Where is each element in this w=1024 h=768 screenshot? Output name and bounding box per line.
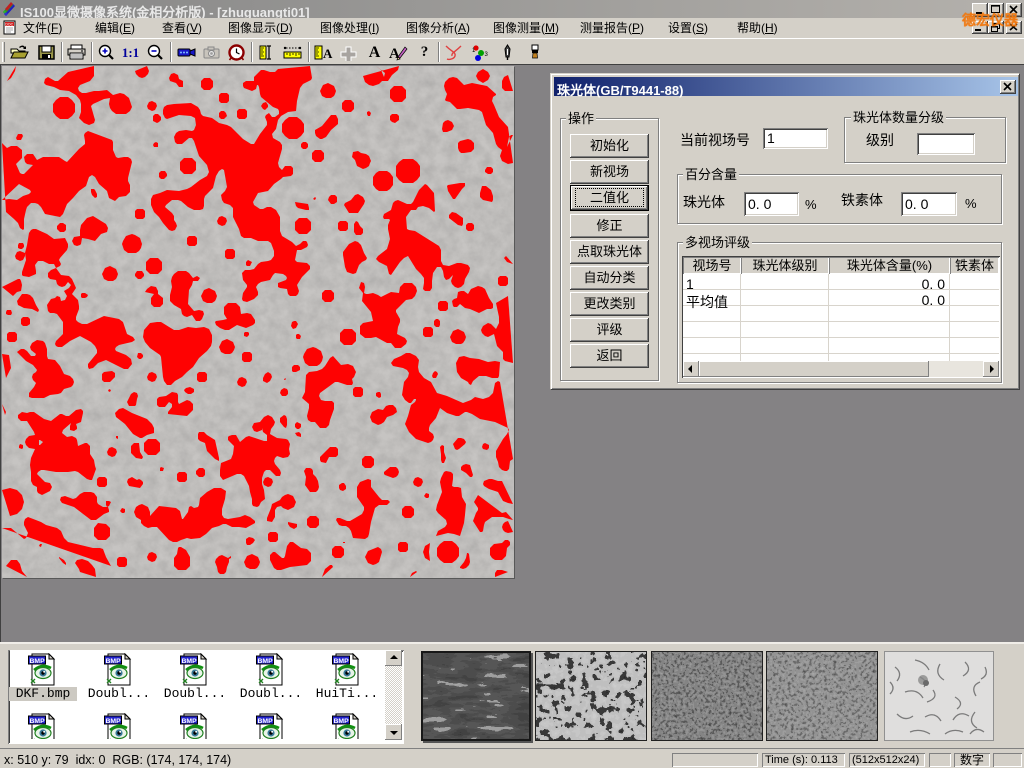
svg-text:DOC: DOC — [5, 23, 13, 27]
svg-text:BMP: BMP — [30, 658, 46, 665]
svg-text:BMP: BMP — [106, 658, 122, 665]
svg-text:BMP: BMP — [30, 718, 46, 725]
svg-text:BMP: BMP — [334, 658, 350, 665]
svg-text:BMP: BMP — [334, 718, 350, 725]
svg-text:A: A — [323, 46, 333, 61]
svg-text:3: 3 — [485, 52, 489, 58]
svg-text:BMP: BMP — [258, 718, 274, 725]
svg-text:BMP: BMP — [258, 658, 274, 665]
svg-text:BMP: BMP — [182, 718, 198, 725]
svg-text:BMP: BMP — [182, 658, 198, 665]
svg-text:BMP: BMP — [106, 718, 122, 725]
